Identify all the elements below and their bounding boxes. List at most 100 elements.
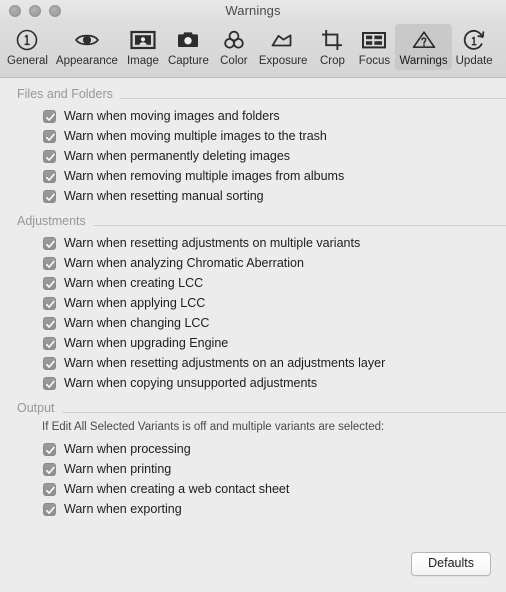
- warnings-preferences-pane: Files and Folders Warn when moving image…: [0, 78, 506, 592]
- checkbox-row[interactable]: Warn when creating LCC: [0, 273, 506, 293]
- checkbox-row[interactable]: Warn when printing: [0, 459, 506, 479]
- minimize-button[interactable]: [29, 5, 41, 17]
- panel-grid-icon: [361, 27, 387, 53]
- defaults-button[interactable]: Defaults: [411, 552, 491, 576]
- checkbox-label: Warn when resetting adjustments on multi…: [64, 236, 361, 250]
- toolbar-item-general[interactable]: General: [3, 24, 52, 70]
- checkmark-icon: [46, 380, 55, 388]
- checkbox-row[interactable]: Warn when resetting adjustments on an ad…: [0, 353, 506, 373]
- three-circles-icon: [222, 27, 246, 53]
- toolbar-item-crop-label: Crop: [320, 55, 345, 67]
- checkbox-row[interactable]: Warn when permanently deleting images: [0, 146, 506, 166]
- toolbar-item-capture[interactable]: Capture: [164, 24, 213, 70]
- toolbar-item-warnings[interactable]: Warnings: [395, 24, 452, 70]
- toolbar-item-color[interactable]: Color: [213, 24, 255, 70]
- checkbox-warn-creating-lcc[interactable]: [43, 276, 56, 290]
- checkbox-label: Warn when analyzing Chromatic Aberration: [64, 256, 304, 270]
- toolbar-item-update[interactable]: Update: [452, 24, 497, 70]
- checkbox-row[interactable]: Warn when resetting manual sorting: [0, 186, 506, 206]
- refresh-circle-one-icon: [462, 27, 486, 53]
- toolbar-item-image-label: Image: [126, 55, 159, 67]
- camera-icon: [176, 27, 200, 53]
- footer-actions: Defaults: [411, 552, 491, 576]
- checkmark-icon: [46, 113, 55, 121]
- checkbox-warn-creating-web-contact-sheet[interactable]: [43, 482, 56, 496]
- checkbox-warn-upgrading-engine[interactable]: [43, 336, 56, 350]
- toolbar-item-warnings-label: Warnings: [399, 55, 448, 67]
- checkmark-icon: [46, 260, 55, 268]
- toolbar-item-exposure-label: Exposure: [258, 55, 308, 67]
- portrait-photo-icon: [130, 27, 156, 53]
- checkbox-label: Warn when changing LCC: [64, 316, 210, 330]
- options-list-files-and-folders: Warn when moving images and folders Warn…: [0, 106, 506, 206]
- checkbox-warn-processing[interactable]: [43, 442, 56, 456]
- checkbox-label: Warn when exporting: [64, 502, 182, 516]
- toolbar-item-appearance-label: Appearance: [55, 55, 118, 67]
- checkbox-row[interactable]: Warn when changing LCC: [0, 313, 506, 333]
- traffic-light-group: [9, 0, 61, 22]
- checkbox-warn-applying-lcc[interactable]: [43, 296, 56, 310]
- checkmark-icon: [46, 280, 55, 288]
- checkbox-warn-printing[interactable]: [43, 462, 56, 476]
- section-header-adjustments: Adjustments: [0, 214, 506, 228]
- checkmark-icon: [46, 360, 55, 368]
- numbered-circle-one-icon: [15, 27, 39, 53]
- checkbox-warn-resetting-manual-sorting[interactable]: [43, 189, 56, 203]
- output-condition-note: If Edit All Selected Variants is off and…: [42, 421, 385, 433]
- toolbar-item-image[interactable]: Image: [122, 24, 164, 70]
- checkmark-icon: [46, 153, 55, 161]
- checkbox-row[interactable]: Warn when exporting: [0, 499, 506, 519]
- close-button[interactable]: [9, 5, 21, 17]
- checkbox-row[interactable]: Warn when upgrading Engine: [0, 333, 506, 353]
- toolbar-item-appearance[interactable]: Appearance: [52, 24, 122, 70]
- checkbox-warn-resetting-adjustments-layer[interactable]: [43, 356, 56, 370]
- section-files-and-folders: Files and Folders Warn when moving image…: [0, 87, 506, 206]
- checkbox-label: Warn when copying unsupported adjustment…: [64, 376, 318, 390]
- toolbar-item-capture-label: Capture: [167, 55, 209, 67]
- section-title-output: Output: [17, 401, 55, 415]
- zoom-button[interactable]: [49, 5, 61, 17]
- checkbox-warn-exporting[interactable]: [43, 502, 56, 516]
- checkbox-row[interactable]: Warn when creating a web contact sheet: [0, 479, 506, 499]
- toolbar-item-exposure[interactable]: Exposure: [255, 24, 312, 70]
- section-adjustments: Adjustments Warn when resetting adjustme…: [0, 214, 506, 393]
- checkbox-warn-moving-multiple-images-to-trash[interactable]: [43, 129, 56, 143]
- section-rule: [119, 97, 506, 99]
- checkbox-warn-changing-lcc[interactable]: [43, 316, 56, 330]
- checkmark-icon: [46, 446, 55, 454]
- toolbar-item-focus[interactable]: Focus: [353, 24, 395, 70]
- checkbox-warn-moving-images-and-folders[interactable]: [43, 109, 56, 123]
- checkbox-label: Warn when permanently deleting images: [64, 149, 291, 163]
- toolbar-item-crop[interactable]: Crop: [311, 24, 353, 70]
- checkbox-row[interactable]: Warn when resetting adjustments on multi…: [0, 233, 506, 253]
- checkmark-icon: [46, 193, 55, 201]
- checkbox-label: Warn when applying LCC: [64, 296, 206, 310]
- checkbox-label: Warn when moving multiple images to the …: [64, 129, 327, 143]
- checkbox-label: Warn when moving images and folders: [64, 109, 280, 123]
- checkbox-warn-resetting-adjustments-multiple-variants[interactable]: [43, 236, 56, 250]
- checkbox-warn-removing-multiple-images-from-albums[interactable]: [43, 169, 56, 183]
- checkmark-icon: [46, 240, 55, 248]
- checkbox-warn-analyzing-chromatic-aberration[interactable]: [43, 256, 56, 270]
- toolbar-item-general-label: General: [7, 55, 48, 67]
- section-rule: [92, 224, 506, 226]
- toolbar-item-color-label: Color: [220, 55, 248, 67]
- checkbox-row[interactable]: Warn when removing multiple images from …: [0, 166, 506, 186]
- checkmark-icon: [46, 466, 55, 474]
- checkbox-row[interactable]: Warn when moving multiple images to the …: [0, 126, 506, 146]
- checkbox-label: Warn when creating a web contact sheet: [64, 482, 290, 496]
- checkbox-warn-permanently-deleting-images[interactable]: [43, 149, 56, 163]
- checkbox-row[interactable]: Warn when applying LCC: [0, 293, 506, 313]
- preferences-toolbar: General Appearance Image Capture Color E…: [0, 22, 506, 78]
- warning-triangle-question-icon: [411, 27, 437, 53]
- checkbox-row[interactable]: Warn when copying unsupported adjustment…: [0, 373, 506, 393]
- checkbox-row[interactable]: Warn when moving images and folders: [0, 106, 506, 126]
- checkbox-warn-copying-unsupported-adjustments[interactable]: [43, 376, 56, 390]
- checkmark-icon: [46, 133, 55, 141]
- checkbox-row[interactable]: Warn when analyzing Chromatic Aberration: [0, 253, 506, 273]
- checkmark-icon: [46, 340, 55, 348]
- checkbox-row[interactable]: Warn when processing: [0, 439, 506, 459]
- crop-marks-icon: [320, 27, 344, 53]
